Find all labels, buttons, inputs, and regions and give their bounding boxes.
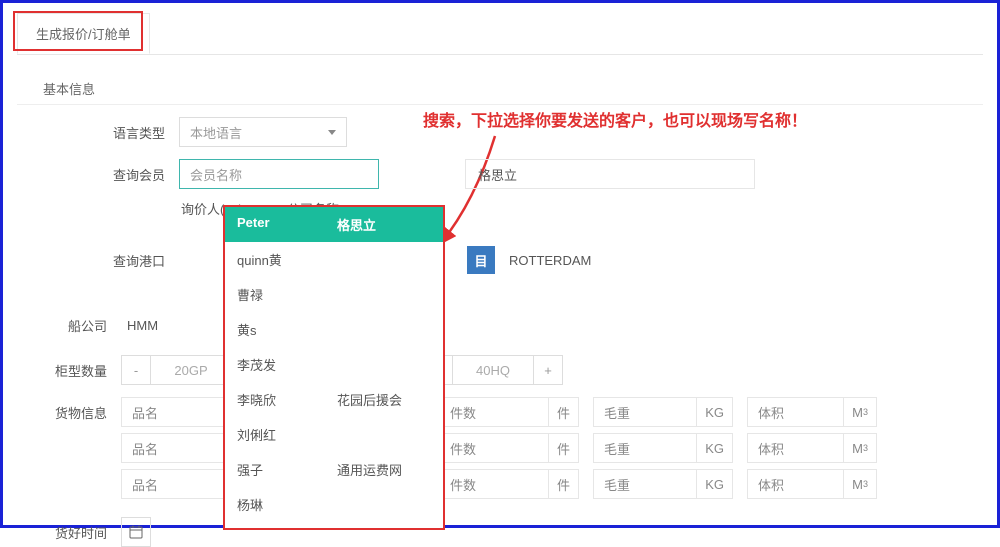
goods-field-label: 毛重 xyxy=(594,439,640,458)
stepper-3-plus[interactable]: + xyxy=(533,355,563,385)
goods-row: 品名GP件数件毛重KG体积M3 xyxy=(39,433,983,463)
stepper-1-value[interactable]: 20GP xyxy=(151,355,231,385)
dropdown-item[interactable]: 刘俐红 xyxy=(225,417,443,452)
divider xyxy=(17,104,983,105)
calendar-icon xyxy=(129,525,143,539)
calendar-button[interactable] xyxy=(121,517,151,547)
goods-field-unit: KG xyxy=(696,434,732,462)
dropdown-item-name: 曹禄 xyxy=(237,285,337,304)
row-ready-time: 货好时间 xyxy=(39,517,983,547)
goods-field[interactable]: 毛重 KG xyxy=(593,433,733,463)
dropdown-item-name: 李茂发 xyxy=(237,355,337,374)
goods-field[interactable]: 件数 件 xyxy=(439,469,579,499)
stepper-3-value[interactable]: 40HQ xyxy=(453,355,533,385)
dropdown-item-name: 李晓欣 xyxy=(237,390,337,409)
label-qty: 柜型数量 xyxy=(39,361,107,380)
dropdown-item-company: 格思立 xyxy=(337,215,376,234)
select-language[interactable]: 本地语言 xyxy=(179,117,347,147)
goods-field-label: 件数 xyxy=(440,475,486,494)
label-language: 语言类型 xyxy=(97,123,165,142)
dropdown-item[interactable]: 杨琳 xyxy=(225,487,443,522)
label-member: 查询会员 xyxy=(97,165,165,184)
goods-row: 货物信息品名GP件数件毛重KG体积M3 xyxy=(39,397,983,427)
dropdown-item-name: 杨琳 xyxy=(237,495,337,514)
goods-field[interactable]: 体积 M3 xyxy=(747,469,877,499)
goods-field-label: 毛重 xyxy=(594,403,640,422)
section-title: 基本信息 xyxy=(43,79,983,98)
goods-field[interactable]: 毛重 KG xyxy=(593,469,733,499)
member-display-value: 格思立 xyxy=(478,165,517,184)
goods-field-label: 品名 xyxy=(122,475,168,494)
dropdown-item-name: 强子 xyxy=(237,460,337,479)
label-port: 查询港口 xyxy=(97,251,165,270)
goods-row: 品名HQ件数件毛重KG体积M3 xyxy=(39,469,983,499)
goods-field-unit: KG xyxy=(696,470,732,498)
label-ready-time: 货好时间 xyxy=(39,523,107,542)
goods-section: 货物信息品名GP件数件毛重KG体积M3品名GP件数件毛重KG体积M3品名HQ件数… xyxy=(39,397,983,499)
member-dropdown: Peter格思立quinn黄曹禄黄s李茂发李晓欣花园后援会刘俐红强子通用运费网杨… xyxy=(223,205,445,530)
label-ship: 船公司 xyxy=(39,316,107,335)
goods-field-unit: M3 xyxy=(843,398,876,426)
goods-field-label: 件数 xyxy=(440,403,486,422)
dropdown-item[interactable]: 强子通用运费网 xyxy=(225,452,443,487)
goods-field[interactable]: 件数 件 xyxy=(439,397,579,427)
goods-field[interactable]: 件数 件 xyxy=(439,433,579,463)
goods-field-label: 品名 xyxy=(122,403,168,422)
dropdown-item-company: 花园后援会 xyxy=(337,390,402,409)
goods-field-label: 件数 xyxy=(440,439,486,458)
goods-field-label: 体积 xyxy=(748,475,794,494)
dropdown-item-name: 黄s xyxy=(237,320,337,339)
ship-value: HMM xyxy=(127,318,158,333)
goods-field-unit: KG xyxy=(696,398,732,426)
app-frame: 生成报价/订舱单 基本信息 搜索，下拉选择你要发送的客户，也可以现场写名称！ 语… xyxy=(0,0,1000,528)
tab-strip: 生成报价/订舱单 xyxy=(17,13,983,55)
goods-field-unit: M3 xyxy=(843,470,876,498)
row-member: 查询会员 会员名称 格思立 xyxy=(97,159,983,189)
goods-field-label: 品名 xyxy=(122,439,168,458)
label-goods: 货物信息 xyxy=(39,403,107,422)
port-badge-icon: 目 xyxy=(467,246,495,274)
select-language-value: 本地语言 xyxy=(190,123,242,142)
dropdown-item[interactable]: Peter格思立 xyxy=(225,207,443,242)
tab-generate-quote[interactable]: 生成报价/订舱单 xyxy=(17,13,150,54)
goods-field-label: 毛重 xyxy=(594,475,640,494)
member-search-input[interactable]: 会员名称 xyxy=(179,159,379,189)
chevron-down-icon xyxy=(328,130,336,135)
goods-field[interactable]: 体积 M3 xyxy=(747,397,877,427)
dropdown-item-name: 刘俐红 xyxy=(237,425,337,444)
dropdown-item[interactable]: 李茂发 xyxy=(225,347,443,382)
dropdown-item-name: Peter xyxy=(237,215,337,234)
goods-field-label: 体积 xyxy=(748,403,794,422)
stepper-1-minus[interactable]: - xyxy=(121,355,151,385)
dropdown-item[interactable]: 曹禄 xyxy=(225,277,443,312)
member-display-field[interactable]: 格思立 xyxy=(465,159,755,189)
goods-field-unit: 件 xyxy=(548,398,578,426)
dropdown-item[interactable]: 李晓欣花园后援会 xyxy=(225,382,443,417)
goods-field-unit: M3 xyxy=(843,434,876,462)
dropdown-item[interactable]: quinn黄 xyxy=(225,242,443,277)
goods-field[interactable]: 毛重 KG xyxy=(593,397,733,427)
goods-field-label: 体积 xyxy=(748,439,794,458)
dropdown-item[interactable]: 黄s xyxy=(225,312,443,347)
port-value: ROTTERDAM xyxy=(509,253,591,268)
row-qty: 柜型数量 - 20GP + - 40HQ + xyxy=(39,355,983,385)
form-area: 语言类型 本地语言 查询会员 会员名称 格思立 询价人(10) 公司名称 Pet… xyxy=(97,117,983,547)
goods-field-unit: 件 xyxy=(548,470,578,498)
dropdown-item-company: 通用运费网 xyxy=(337,460,402,479)
goods-field-unit: 件 xyxy=(548,434,578,462)
stepper-1: - 20GP xyxy=(121,355,231,385)
row-language: 语言类型 本地语言 xyxy=(97,117,983,147)
member-search-placeholder: 会员名称 xyxy=(190,165,242,184)
goods-field[interactable]: 体积 M3 xyxy=(747,433,877,463)
dropdown-item-name: quinn黄 xyxy=(237,250,337,269)
